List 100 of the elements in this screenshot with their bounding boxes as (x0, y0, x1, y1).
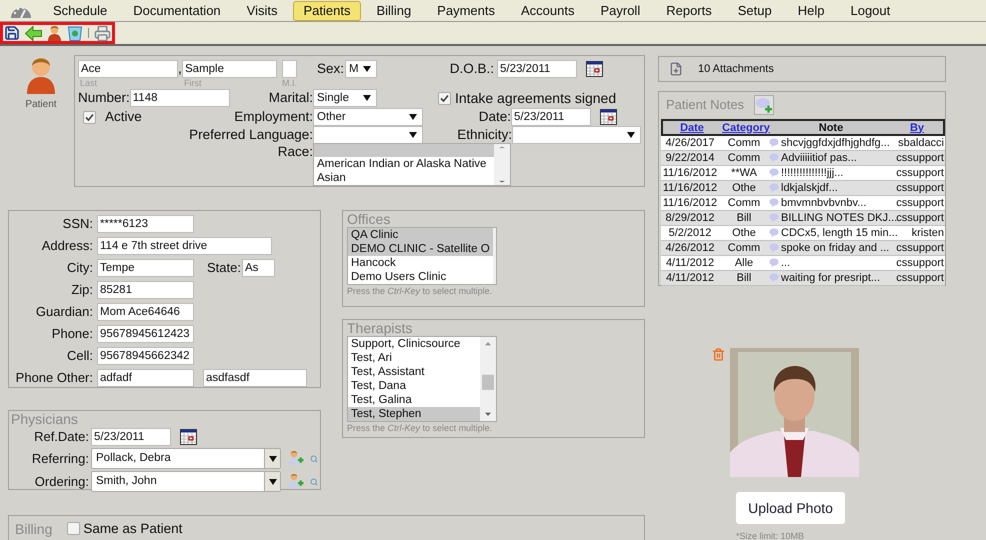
list-option[interactable]: QA Clinic (348, 228, 493, 242)
checkbox[interactable] (83, 110, 96, 124)
calendar-icon[interactable] (586, 61, 603, 77)
column-sort-link[interactable]: By (910, 120, 924, 134)
upload-photo-button[interactable]: Upload Photo (736, 492, 845, 524)
text-field[interactable]: 5/23/2011 (511, 108, 591, 126)
field-label: Guardian: (36, 303, 93, 322)
delete-icon[interactable] (712, 348, 725, 361)
text-field[interactable]: adfadf (97, 369, 194, 387)
table-row[interactable]: 4/11/2012 Alle ... cssupport (661, 256, 945, 271)
menu-tab[interactable]: Help (786, 0, 836, 20)
scrollbar[interactable] (480, 337, 496, 421)
text-field[interactable]: Sample (182, 60, 277, 78)
initial-field[interactable] (282, 60, 297, 78)
column-sort-link[interactable]: Category (722, 120, 770, 134)
table-row[interactable]: 4/26/2017 Comm shcvjggfdxjdfhjghdfg... sbaldacci (661, 136, 945, 151)
table-cell: cssupport (896, 196, 944, 210)
attachments-link[interactable]: 10 Attachments (698, 60, 774, 78)
text-field[interactable]: 5/23/2011 (497, 60, 577, 78)
table-row[interactable]: 11/16/2012 Othe ldkjalskjdf... cssupport (661, 181, 945, 196)
scrollbar[interactable] (494, 144, 510, 185)
field-label: Referring: (32, 450, 89, 468)
table-row[interactable]: 11/16/2012 Comm bmvmnbvbvnbv... cssupport (661, 196, 945, 211)
text-field[interactable]: *****6123 (97, 215, 194, 233)
note-link[interactable]: ldkjalskjdf... (781, 181, 838, 195)
table-cell: kristen (912, 226, 944, 240)
note-link[interactable]: !!!!!!!!!!!!!!!jjj... (781, 166, 844, 180)
menu-tab[interactable]: Logout (839, 0, 902, 20)
dropdown[interactable]: Single (313, 89, 377, 107)
note-link[interactable]: ... (781, 256, 790, 270)
list-box[interactable]: American Indian or Alaska Native Asian (313, 143, 511, 186)
person-add-icon[interactable] (288, 473, 304, 490)
field-label: Ordering: (34, 472, 89, 491)
note-link[interactable]: waiting for presript... (781, 271, 880, 285)
list-option[interactable]: Test, Stephen (348, 407, 480, 421)
text-field[interactable]: asdfasdf (203, 369, 307, 387)
column-header: Note (818, 120, 844, 134)
section-title: Offices (347, 211, 392, 227)
text-field[interactable]: 95678945662342 (97, 347, 194, 365)
column-sort-link[interactable]: Date (680, 120, 704, 134)
person-icon[interactable] (47, 25, 62, 41)
dropdown[interactable]: Pollack, Debra (91, 448, 281, 469)
table-cell: cssupport (896, 271, 944, 285)
field-label: City: (67, 259, 93, 278)
calendar-icon[interactable] (600, 109, 617, 125)
text-field[interactable]: Mom Ace64646 (97, 303, 194, 321)
text-field[interactable]: As (242, 259, 275, 277)
table-cell: Othe (732, 181, 756, 195)
person-add-icon[interactable] (288, 450, 304, 467)
table-cell: sbaldacci (898, 136, 944, 150)
note-link[interactable]: Adviiiiitiof pas... (781, 151, 857, 165)
text-field[interactable]: 95678945612423 (97, 325, 194, 343)
table-cell: Comm (728, 151, 760, 165)
calendar-icon[interactable] (180, 429, 197, 445)
menu-tab[interactable]: Patients (292, 0, 362, 20)
table-row[interactable]: 5/2/2012 Othe CDCx5, length 15 min... kristen (661, 226, 945, 241)
menu-tab[interactable]: Billing (365, 0, 422, 20)
note-link[interactable]: BILLING NOTES DKJ... (781, 211, 898, 225)
menu-tab[interactable]: Reports (655, 0, 723, 20)
note-link[interactable]: shcvjggfdxjdfhjghdfg... (781, 136, 890, 150)
save-icon[interactable] (4, 25, 20, 41)
dropdown[interactable]: Other (313, 108, 423, 126)
menu-tab[interactable]: Schedule (42, 0, 118, 20)
text-field[interactable]: 5/23/2011 (91, 428, 171, 446)
printer-icon[interactable] (94, 24, 111, 42)
dropdown[interactable] (313, 126, 423, 144)
text-field[interactable]: Tempe (97, 259, 194, 277)
list-option[interactable]: DEMO CLINIC - Satellite O (348, 242, 493, 256)
menu-tab[interactable]: Documentation (122, 0, 232, 20)
recycle-bin-icon[interactable] (67, 25, 83, 41)
table-row[interactable]: 4/11/2012 Bill waiting for presript... cssupport (661, 271, 945, 286)
attachment-icon[interactable] (669, 62, 683, 76)
text-field[interactable]: 1148 (130, 89, 230, 107)
add-note-icon[interactable] (754, 95, 774, 115)
text-field[interactable]: 114 e 7th street drive (97, 237, 272, 255)
menu-tab[interactable]: Accounts (510, 0, 586, 20)
table-row[interactable]: 9/22/2014 Comm Adviiiiitiof pas... cssupport (661, 151, 945, 166)
table-row[interactable]: 11/16/2012 **WA !!!!!!!!!!!!!!!jjj... cssupport (661, 166, 945, 181)
table-cell: cssupport (896, 166, 944, 180)
menu-tab[interactable]: Visits (236, 0, 288, 20)
table-row[interactable]: 4/26/2012 Comm spoke on friday and ... cssupport (661, 241, 945, 256)
note-link[interactable]: bmvmnbvbvnbv... (781, 196, 866, 210)
list-box[interactable]: Support, Clinicsource Test, Ari Test, Assistant Test, Dana Test, Galina Test, Stephen (347, 336, 497, 422)
checkbox[interactable] (438, 92, 451, 104)
back-arrow-icon[interactable] (25, 26, 42, 40)
field-label: Date: (478, 108, 511, 126)
table-row[interactable]: 8/29/2012 Bill BILLING NOTES DKJ...cssupport (661, 211, 945, 226)
dropdown[interactable]: M (345, 60, 377, 78)
table-cell: 11/16/2012 (662, 166, 718, 180)
note-link[interactable]: spoke on friday and ... (781, 241, 890, 255)
list-box[interactable]: QA Clinic DEMO CLINIC - Satellite O Hancock Demo Users Clinic (347, 227, 497, 285)
text-field[interactable]: 85281 (97, 281, 194, 299)
text-field[interactable]: Ace (78, 60, 178, 78)
dropdown[interactable]: Smith, John (91, 471, 281, 492)
menu-tab[interactable]: Payments (426, 0, 506, 20)
menu-tab[interactable]: Setup (726, 0, 783, 20)
menu-tab[interactable]: Payroll (589, 0, 652, 20)
field-label: Zip: (71, 281, 93, 300)
note-link[interactable]: CDCx5, length 15 min... (781, 226, 898, 240)
checkbox[interactable] (67, 522, 80, 535)
